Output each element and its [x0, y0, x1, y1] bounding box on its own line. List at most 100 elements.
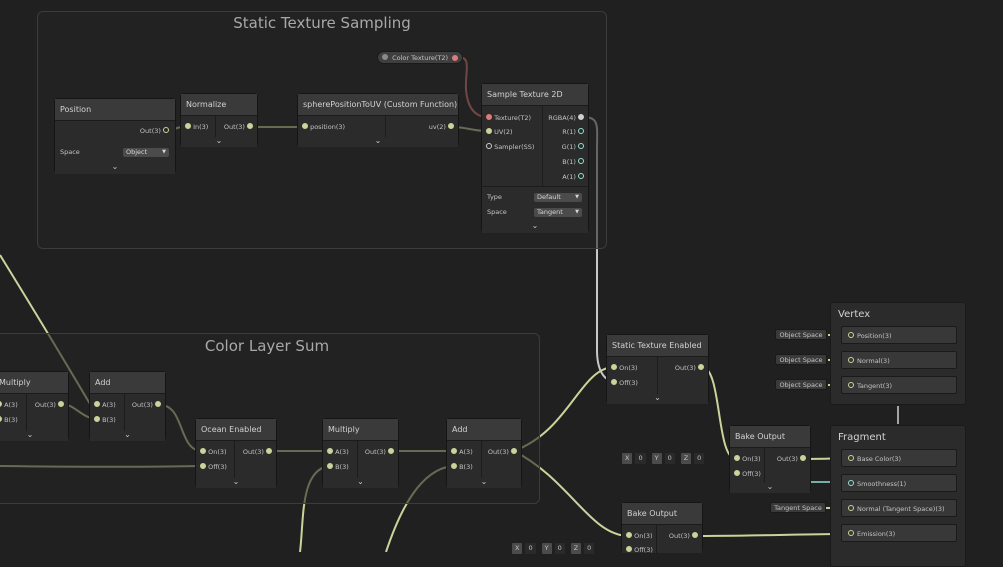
collapse-chevron-icon[interactable]: ⌄: [0, 431, 68, 441]
collapse-chevron-icon[interactable]: ⌄: [55, 163, 175, 173]
port-on[interactable]: On(3): [626, 532, 653, 541]
bake2-default-vector[interactable]: X0Y0Z0: [512, 543, 600, 554]
collapse-chevron-icon[interactable]: ⌄: [482, 222, 588, 232]
port-off[interactable]: Off(3): [734, 470, 761, 479]
port-off[interactable]: Off(3): [200, 463, 227, 472]
slot-base-color[interactable]: Base Color(3): [841, 449, 957, 467]
property-out-port-icon[interactable]: [452, 55, 458, 61]
node-multiply-left[interactable]: Multiply A(3) B(3) Out(3) ⌄: [0, 372, 68, 441]
port-a[interactable]: A(3): [451, 448, 473, 457]
x-value[interactable]: 0: [635, 453, 646, 464]
color-texture-property[interactable]: Color Texture(T2): [377, 51, 463, 64]
bake1-default-vector[interactable]: X0Y0Z0: [622, 453, 710, 464]
node-sample-texture-2d[interactable]: Sample Texture 2D Texture(T2) UV(2) Samp…: [482, 84, 588, 233]
node-title: Normalize: [181, 94, 257, 116]
port-icon: [698, 364, 704, 370]
collapse-chevron-icon[interactable]: ⌄: [323, 478, 398, 488]
port-a[interactable]: A(3): [0, 401, 18, 410]
port-icon: [486, 143, 492, 149]
port-out[interactable]: Out(3): [35, 401, 64, 410]
node-multiply-mid[interactable]: Multiply A(3) B(3) Out(3) ⌄: [323, 419, 398, 488]
chip-object-space-tangent[interactable]: Object Space: [775, 379, 827, 390]
port-icon: [848, 480, 854, 486]
chip-object-space-position[interactable]: Object Space: [775, 329, 827, 340]
space-dropdown[interactable]: Tangent ▼: [534, 208, 582, 217]
port-uv[interactable]: UV(2): [486, 128, 513, 137]
port-icon: [848, 382, 854, 388]
port-on[interactable]: On(3): [734, 455, 761, 464]
z-value[interactable]: 0: [584, 543, 595, 554]
port-out[interactable]: Out(3): [140, 127, 169, 136]
port-out[interactable]: Out(3): [777, 455, 806, 464]
collapse-chevron-icon[interactable]: ⌄: [298, 137, 458, 147]
port-out[interactable]: Out(3): [488, 448, 517, 457]
chip-object-space-normal[interactable]: Object Space: [775, 354, 827, 365]
collapse-chevron-icon[interactable]: ⌄: [447, 478, 521, 488]
port-a[interactable]: A(3): [327, 448, 349, 457]
port-a[interactable]: A(3): [94, 401, 116, 410]
port-off[interactable]: Off(3): [611, 379, 638, 388]
collapse-chevron-icon[interactable]: ⌄: [181, 137, 257, 147]
port-off[interactable]: Off(3): [626, 546, 653, 555]
port-in[interactable]: In(3): [185, 123, 208, 132]
port-label: Out(3): [668, 532, 690, 540]
port-out[interactable]: Out(3): [243, 448, 272, 457]
slot-smoothness[interactable]: Smoothness(1): [841, 474, 957, 492]
chip-tangent-space[interactable]: Tangent Space: [770, 502, 826, 513]
slot-label: Smoothness(1): [857, 480, 907, 488]
port-icon: [578, 114, 584, 120]
port-b[interactable]: B(3): [0, 416, 18, 425]
port-icon: [848, 357, 854, 363]
fragment-block[interactable]: Fragment Base Color(3) Smoothness(1) Nor…: [830, 425, 966, 567]
port-icon: [94, 401, 100, 407]
port-rgba[interactable]: RGBA(4): [548, 114, 584, 123]
port-label: Off(3): [619, 379, 638, 387]
group-title: Static Texture Sampling: [233, 14, 411, 32]
slot-normal[interactable]: Normal(3): [841, 351, 957, 369]
type-dropdown[interactable]: Default ▼: [534, 193, 582, 202]
port-texture[interactable]: Texture(T2): [486, 114, 531, 123]
slot-normal-tangent-space[interactable]: Normal (Tangent Space)(3): [841, 499, 957, 517]
slot-tangent[interactable]: Tangent(3): [841, 376, 957, 394]
space-dropdown[interactable]: Object ▼: [123, 148, 169, 157]
collapse-chevron-icon[interactable]: ⌄: [90, 431, 165, 441]
port-b[interactable]: B(3): [94, 416, 116, 425]
port-sampler[interactable]: Sampler(SS): [486, 143, 534, 152]
port-b[interactable]: B(3): [327, 463, 349, 472]
port-b[interactable]: B(1): [562, 158, 584, 167]
port-in[interactable]: position(3): [302, 123, 345, 132]
node-add-left[interactable]: Add A(3) B(3) Out(3) ⌄: [90, 372, 165, 441]
port-out[interactable]: uv(2): [429, 123, 454, 132]
node-position[interactable]: Position Out(3) Space Object ▼ ⌄: [55, 99, 175, 174]
port-out[interactable]: Out(3): [365, 448, 394, 457]
node-bake-output-1[interactable]: Bake Output On(3) Off(3) Out(3) ⌄: [730, 426, 810, 493]
y-value[interactable]: 0: [554, 543, 565, 554]
port-a[interactable]: A(1): [562, 173, 584, 182]
node-normalize[interactable]: Normalize In(3) Out(3) ⌄: [181, 94, 257, 147]
slot-position[interactable]: Position(3): [841, 326, 957, 344]
y-value[interactable]: 0: [664, 453, 675, 464]
node-add-mid[interactable]: Add A(3) B(3) Out(3) ⌄: [447, 419, 521, 488]
node-ocean-enabled[interactable]: Ocean Enabled On(3) Off(3) Out(3) ⌄: [196, 419, 276, 488]
port-on[interactable]: On(3): [200, 448, 227, 457]
collapse-chevron-icon[interactable]: ⌄: [196, 478, 276, 488]
port-on[interactable]: On(3): [611, 364, 638, 373]
port-r[interactable]: R(1): [562, 128, 584, 137]
vertex-block[interactable]: Vertex Position(3) Normal(3) Tangent(3): [830, 302, 966, 405]
collapse-chevron-icon[interactable]: ⌄: [730, 483, 810, 493]
node-bake-output-2[interactable]: Bake Output On(3) Off(3) Out(3): [622, 503, 702, 555]
z-value[interactable]: 0: [694, 453, 705, 464]
node-sphere-position-to-uv[interactable]: spherePositionToUV (Custom Function) pos…: [298, 94, 458, 147]
collapse-chevron-icon[interactable]: ⌄: [607, 394, 708, 404]
port-out[interactable]: Out(3): [669, 532, 698, 541]
port-out[interactable]: Out(3): [675, 364, 704, 373]
port-b[interactable]: B(3): [451, 463, 473, 472]
port-out[interactable]: Out(3): [132, 401, 161, 410]
port-label: Out(3): [776, 455, 798, 463]
port-out[interactable]: Out(3): [224, 123, 253, 132]
node-static-texture-enabled[interactable]: Static Texture Enabled On(3) Off(3) Out(…: [607, 335, 708, 404]
slot-emission[interactable]: Emission(3): [841, 524, 957, 542]
x-value[interactable]: 0: [525, 543, 536, 554]
port-g[interactable]: G(1): [562, 143, 584, 152]
port-label: Off(3): [208, 463, 227, 471]
